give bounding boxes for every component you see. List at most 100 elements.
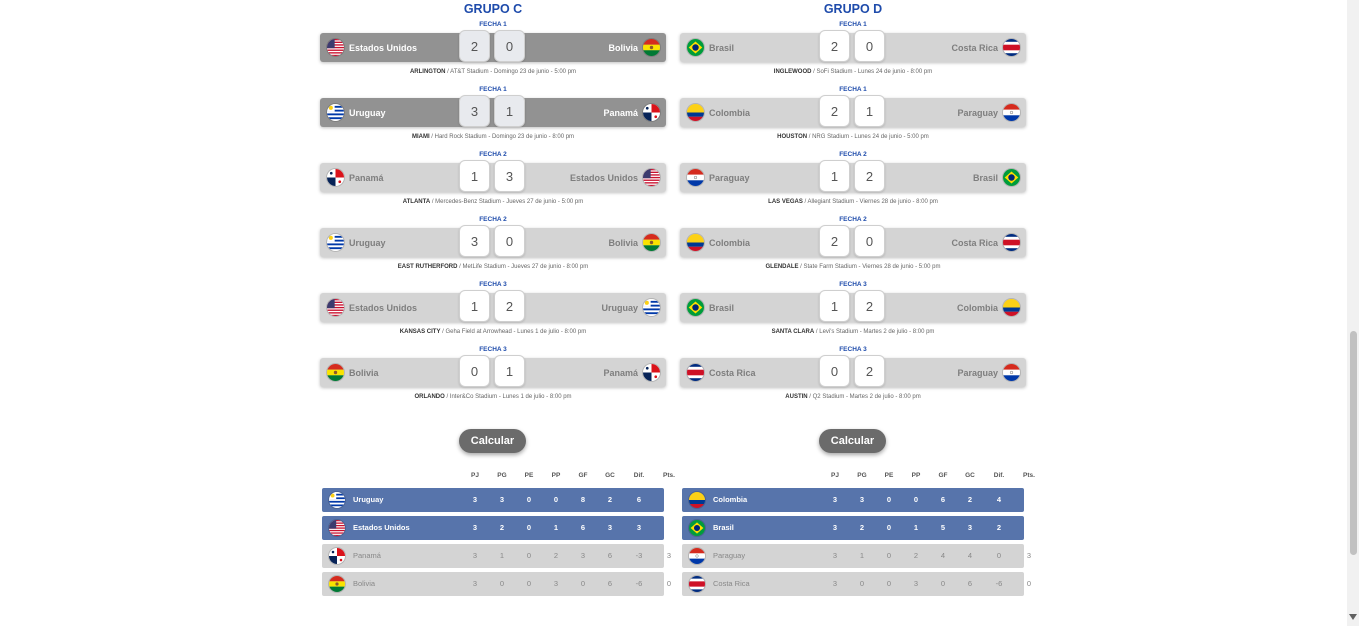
uruguay-flag-icon bbox=[643, 299, 660, 316]
venue-details: / NRG Stadium - Lunes 24 de junio - 5:00… bbox=[807, 134, 929, 140]
match-card: FECHA 3 Brasil Colombia 1 2 SANTA CLARA / Lev… bbox=[680, 278, 1026, 343]
home-team-name: Bolivia bbox=[349, 367, 379, 378]
brazil-flag-icon bbox=[1003, 169, 1020, 186]
standings-team-name: Paraguay bbox=[713, 551, 746, 560]
standings-cell: 6 bbox=[666, 523, 672, 532]
standings-cell: 2 bbox=[607, 495, 613, 504]
venue-city: ORLANDO bbox=[414, 394, 445, 400]
standings-column-header: GC bbox=[605, 472, 615, 479]
home-team: Bolivia bbox=[327, 358, 379, 387]
standings-cell: 0 bbox=[526, 579, 532, 588]
standings-cell: 1 bbox=[553, 523, 559, 532]
standings-column-header: Dif. bbox=[993, 472, 1005, 479]
colombia-flag-icon bbox=[1003, 299, 1020, 316]
away-score-input[interactable]: 2 bbox=[854, 160, 885, 192]
matchday-label: FECHA 1 bbox=[839, 21, 867, 28]
standings-cell: 0 bbox=[526, 523, 532, 532]
calculate-button[interactable]: Calcular bbox=[819, 429, 886, 453]
usa-flag-icon bbox=[327, 39, 344, 56]
home-team-name: Paraguay bbox=[709, 172, 750, 183]
matchday-label: FECHA 1 bbox=[479, 86, 507, 93]
standings-cell: 1 bbox=[859, 551, 865, 560]
uruguay-flag-icon bbox=[329, 492, 345, 508]
home-score-input[interactable]: 0 bbox=[819, 355, 850, 387]
home-score-input[interactable]: 0 bbox=[459, 355, 490, 387]
away-score-input[interactable]: 0 bbox=[854, 30, 885, 62]
home-score-input[interactable]: 1 bbox=[459, 290, 490, 322]
home-team-name: Estados Unidos bbox=[349, 302, 418, 313]
venue-details: / Inter&Co Stadium - Lunes 1 de julio - … bbox=[444, 394, 572, 400]
standings-column-header: Pts. bbox=[1023, 472, 1035, 479]
standings-cell: 0 bbox=[886, 579, 892, 588]
standings-cell: 0 bbox=[886, 551, 892, 560]
home-team: Paraguay bbox=[687, 163, 750, 192]
scrollbar[interactable] bbox=[1347, 0, 1359, 626]
calculate-button[interactable]: Calcular bbox=[459, 429, 526, 453]
away-score-input[interactable]: 1 bbox=[854, 95, 885, 127]
standings-team-name: Estados Unidos bbox=[353, 523, 410, 532]
standings-team-name: Brasil bbox=[713, 523, 734, 532]
standings-cell: 3 bbox=[666, 551, 672, 560]
standings-cell: 0 bbox=[553, 495, 559, 504]
match-card: FECHA 2 Panamá Estados Unidos 1 3 ATLANTA / M… bbox=[320, 148, 666, 213]
match-row: Brasil Colombia 1 2 bbox=[680, 290, 1026, 322]
home-score-input[interactable]: 2 bbox=[819, 225, 850, 257]
home-score-input[interactable]: 3 bbox=[459, 225, 490, 257]
bolivia-flag-icon bbox=[643, 39, 660, 56]
match-venue: ORLANDO / Inter&Co Stadium - Lunes 1 de … bbox=[320, 388, 666, 406]
away-team-name: Panamá bbox=[603, 367, 638, 378]
standings-cell: 3 bbox=[499, 495, 505, 504]
matchday-label: FECHA 3 bbox=[479, 346, 507, 353]
standings-cell: 3 bbox=[472, 523, 478, 532]
standings-cell: -6 bbox=[995, 579, 1003, 588]
standings-table: PJ PG PE PP GF GC Dif. Pts. Uruguay 3 3 0 0 8 2 6 9 Estad… bbox=[320, 472, 675, 596]
home-team-name: Colombia bbox=[709, 237, 751, 248]
home-score-input[interactable]: 1 bbox=[819, 290, 850, 322]
home-score-input[interactable]: 2 bbox=[459, 30, 490, 62]
venue-details: / SoFi Stadium - Lunes 24 de junio - 8:0… bbox=[811, 69, 933, 75]
away-score-input[interactable]: 1 bbox=[494, 355, 525, 387]
paraguay-flag-icon bbox=[1003, 364, 1020, 381]
away-score-input[interactable]: 0 bbox=[494, 30, 525, 62]
away-score-input[interactable]: 0 bbox=[854, 225, 885, 257]
standings-cell: 6 bbox=[607, 579, 613, 588]
costa-rica-flag-icon bbox=[1003, 39, 1020, 56]
standings-column-header: GF bbox=[938, 472, 948, 479]
match-venue: LAS VEGAS / Allegiant Stadium - Viernes … bbox=[680, 193, 1026, 211]
match-row: Estados Unidos Uruguay 1 2 bbox=[320, 290, 666, 322]
away-team: Paraguay bbox=[957, 98, 1020, 127]
away-score-input[interactable]: 2 bbox=[854, 290, 885, 322]
standings-column-header: PJ bbox=[471, 472, 479, 479]
venue-city: LAS VEGAS bbox=[768, 199, 803, 205]
home-team-name: Colombia bbox=[709, 107, 751, 118]
away-score-input[interactable]: 0 bbox=[494, 225, 525, 257]
home-score-input[interactable]: 2 bbox=[819, 30, 850, 62]
home-score-input[interactable]: 1 bbox=[819, 160, 850, 192]
match-venue: MIAMI / Hard Rock Stadium - Domingo 23 d… bbox=[320, 128, 666, 146]
standings-cell: 6 bbox=[636, 495, 642, 504]
away-team-name: Bolivia bbox=[608, 42, 638, 53]
match-card: FECHA 1 Brasil Costa Rica 2 0 INGLEWOOD / SoF… bbox=[680, 18, 1026, 83]
venue-city: ARLINGTON bbox=[409, 69, 446, 75]
scroll-down-icon[interactable] bbox=[1349, 614, 1357, 620]
panama-flag-icon bbox=[327, 169, 344, 186]
standings-cell: 4 bbox=[967, 551, 973, 560]
away-score-input[interactable]: 2 bbox=[494, 290, 525, 322]
match-row: Panamá Estados Unidos 1 3 bbox=[320, 160, 666, 192]
home-score-input[interactable]: 1 bbox=[459, 160, 490, 192]
away-team: Brasil bbox=[973, 163, 1020, 192]
standings-cell: 1 bbox=[499, 551, 505, 560]
standings-cell: 6 bbox=[940, 495, 946, 504]
match-row: Uruguay Bolivia 3 0 bbox=[320, 225, 666, 257]
home-score-input[interactable]: 2 bbox=[819, 95, 850, 127]
home-team: Estados Unidos bbox=[327, 33, 417, 62]
away-team: Uruguay bbox=[601, 293, 660, 322]
home-score-input[interactable]: 3 bbox=[459, 95, 490, 127]
scrollbar-thumb[interactable] bbox=[1350, 331, 1357, 555]
standings-column-header: Pts. bbox=[663, 472, 675, 479]
standings-row: Colombia 3 3 0 0 6 2 4 9 bbox=[682, 488, 1031, 512]
bolivia-flag-icon bbox=[327, 364, 344, 381]
away-score-input[interactable]: 1 bbox=[494, 95, 525, 127]
away-score-input[interactable]: 3 bbox=[494, 160, 525, 192]
away-score-input[interactable]: 2 bbox=[854, 355, 885, 387]
